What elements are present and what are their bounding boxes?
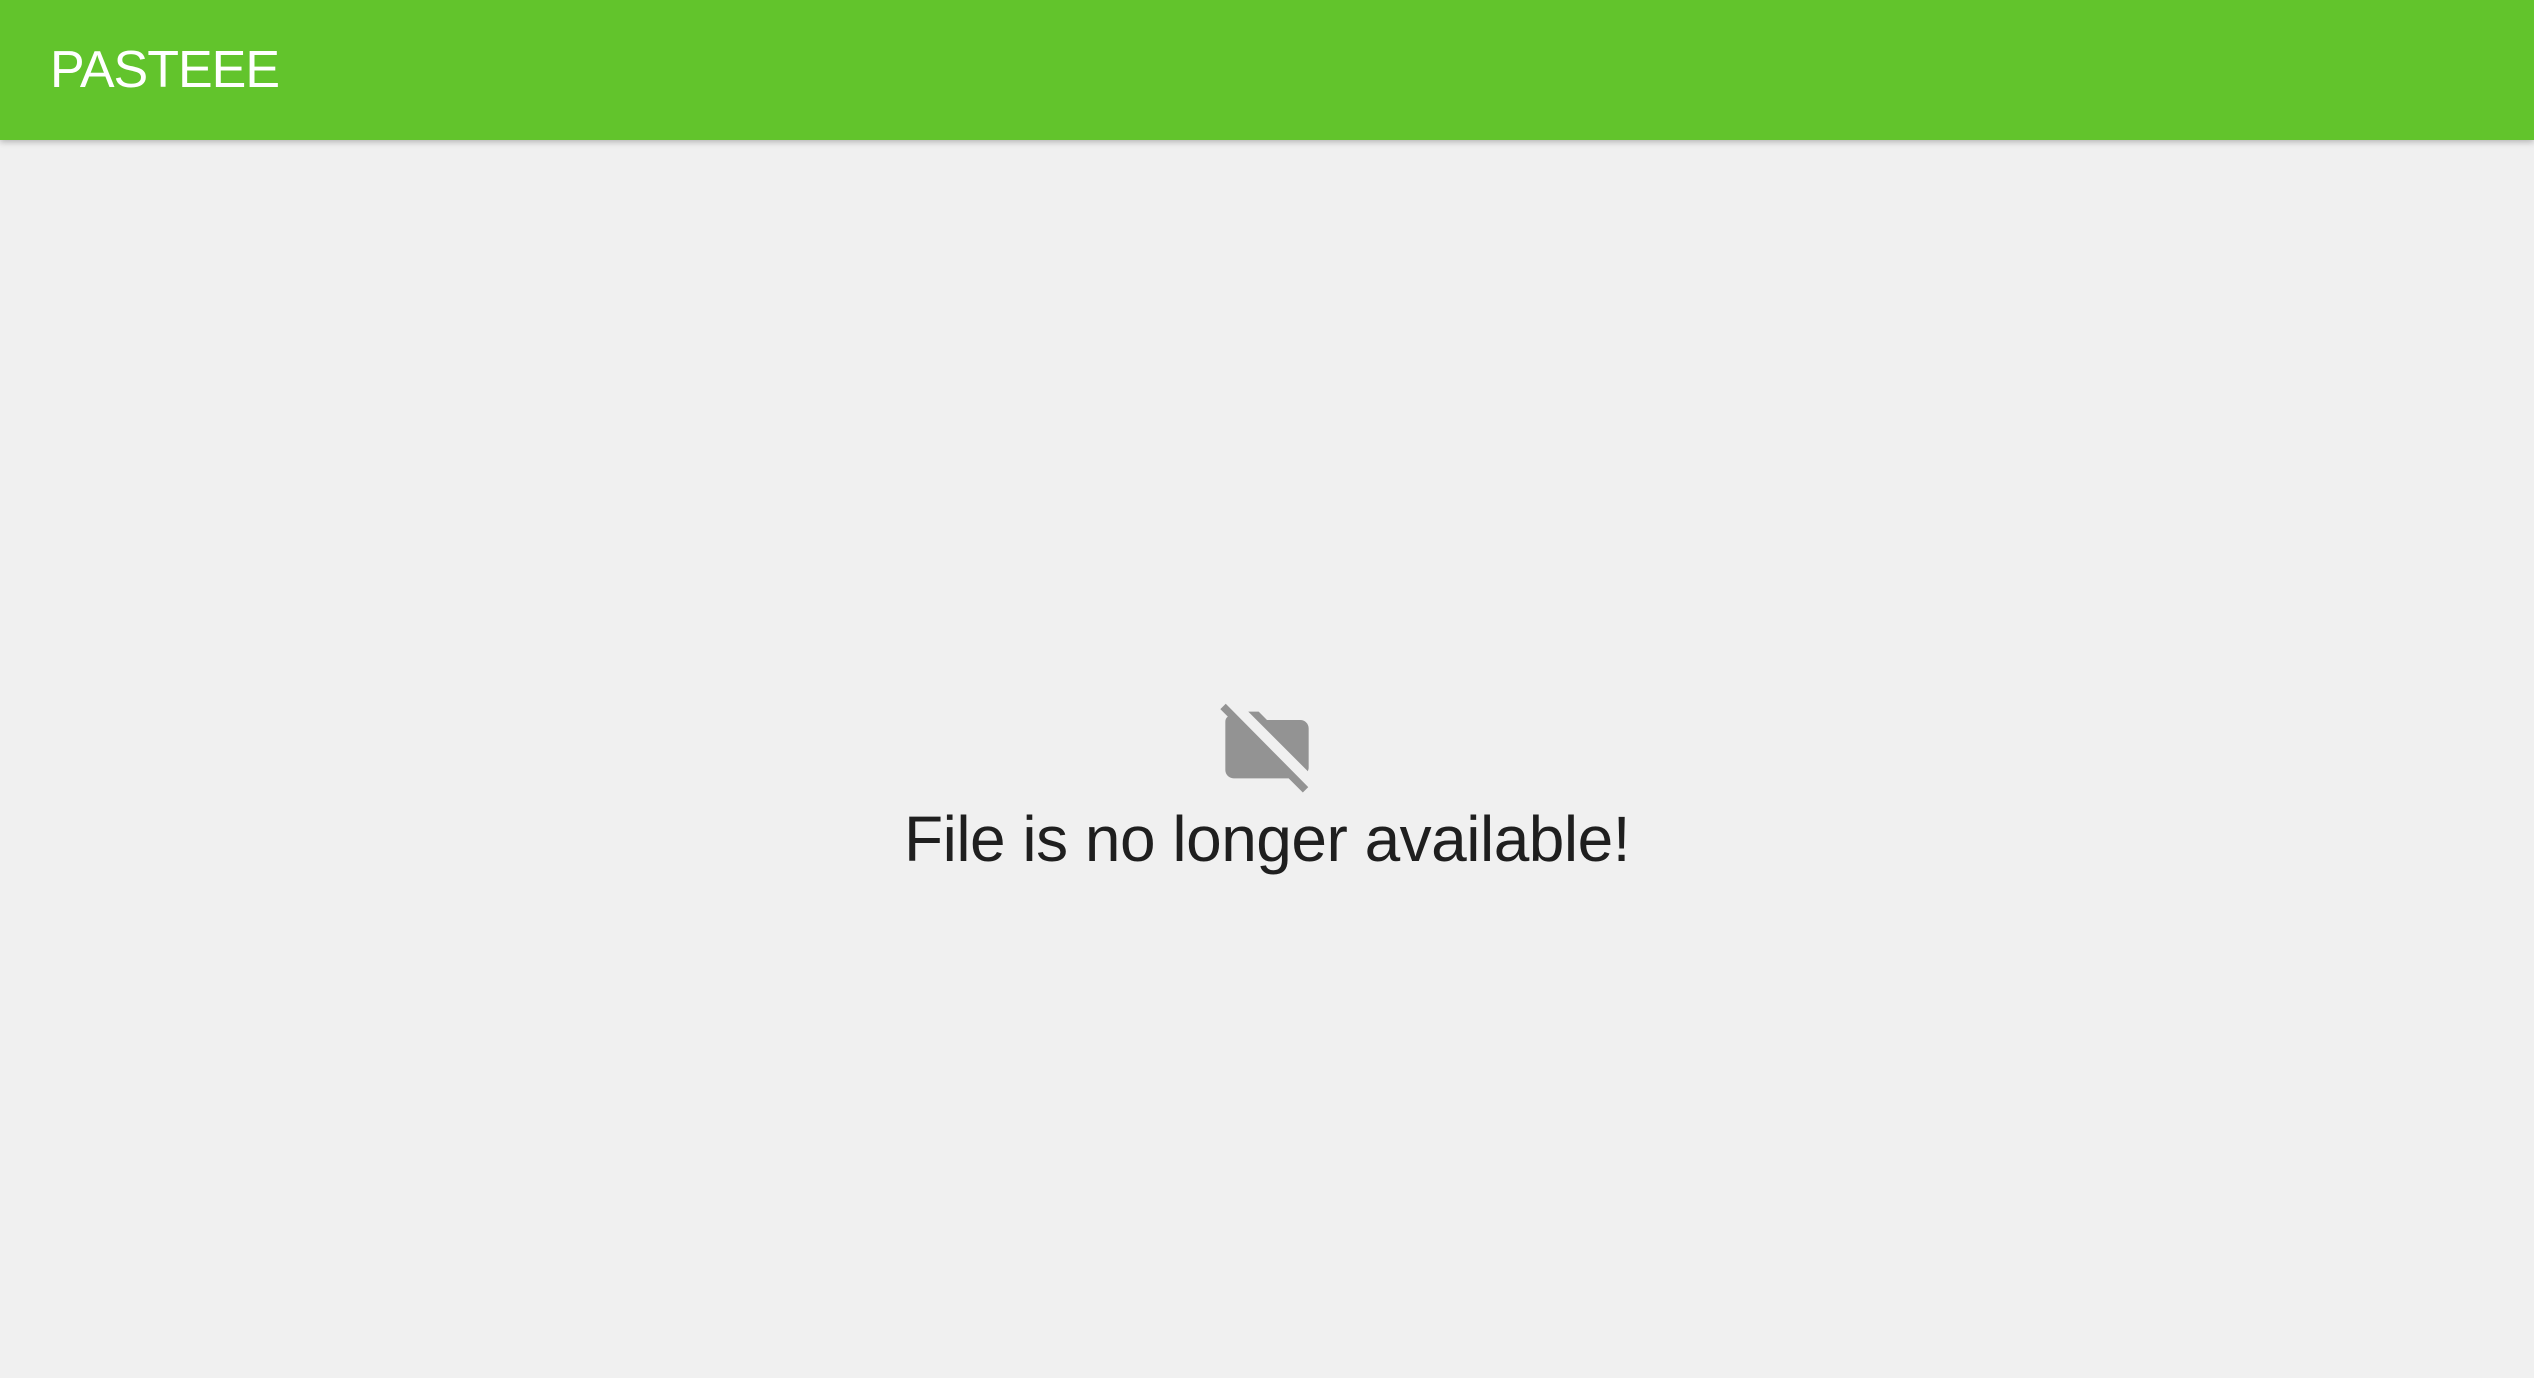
brand-logo-link[interactable]: PASTEEE	[50, 40, 280, 100]
unavailable-message: File is no longer available!	[904, 803, 1630, 875]
unavailable-notice: File is no longer available!	[0, 695, 2534, 876]
main-content: File is no longer available!	[0, 140, 2534, 1378]
app-header: PASTEEE	[0, 0, 2534, 140]
folder-off-icon	[1217, 695, 1317, 795]
